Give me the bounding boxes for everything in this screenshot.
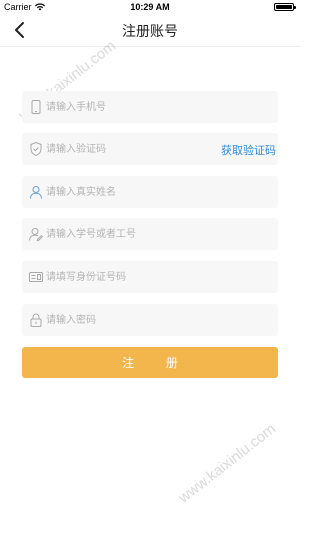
battery-icon <box>274 3 296 11</box>
lock-icon <box>30 313 42 327</box>
page-title: 注册账号 <box>122 24 178 40</box>
nav-bar: 注册账号 <box>0 14 300 47</box>
phone-input[interactable] <box>46 91 206 123</box>
student-id-field <box>22 218 278 250</box>
name-field <box>22 176 278 208</box>
student-id-input[interactable] <box>46 218 206 250</box>
name-input[interactable] <box>46 176 206 208</box>
get-code-button[interactable]: 获取验证码 <box>221 142 276 158</box>
person-icon <box>30 186 42 199</box>
watermark-bottom: www.kaixinlu.com <box>175 420 280 507</box>
status-time: 10:29 AM <box>130 2 170 12</box>
id-card-field <box>22 261 278 293</box>
shield-icon <box>30 141 42 157</box>
password-field <box>22 304 278 336</box>
code-field: 获取验证码 <box>22 133 278 165</box>
code-input[interactable] <box>46 133 206 165</box>
status-bar: Carrier 10:29 AM <box>0 0 300 14</box>
phone-field <box>22 91 278 123</box>
id-card-icon <box>29 272 43 282</box>
password-input[interactable] <box>46 304 206 336</box>
register-button[interactable]: 注 册 <box>22 347 278 378</box>
person-edit-icon <box>29 228 44 242</box>
id-card-input[interactable] <box>46 261 206 293</box>
phone-icon <box>31 100 41 114</box>
